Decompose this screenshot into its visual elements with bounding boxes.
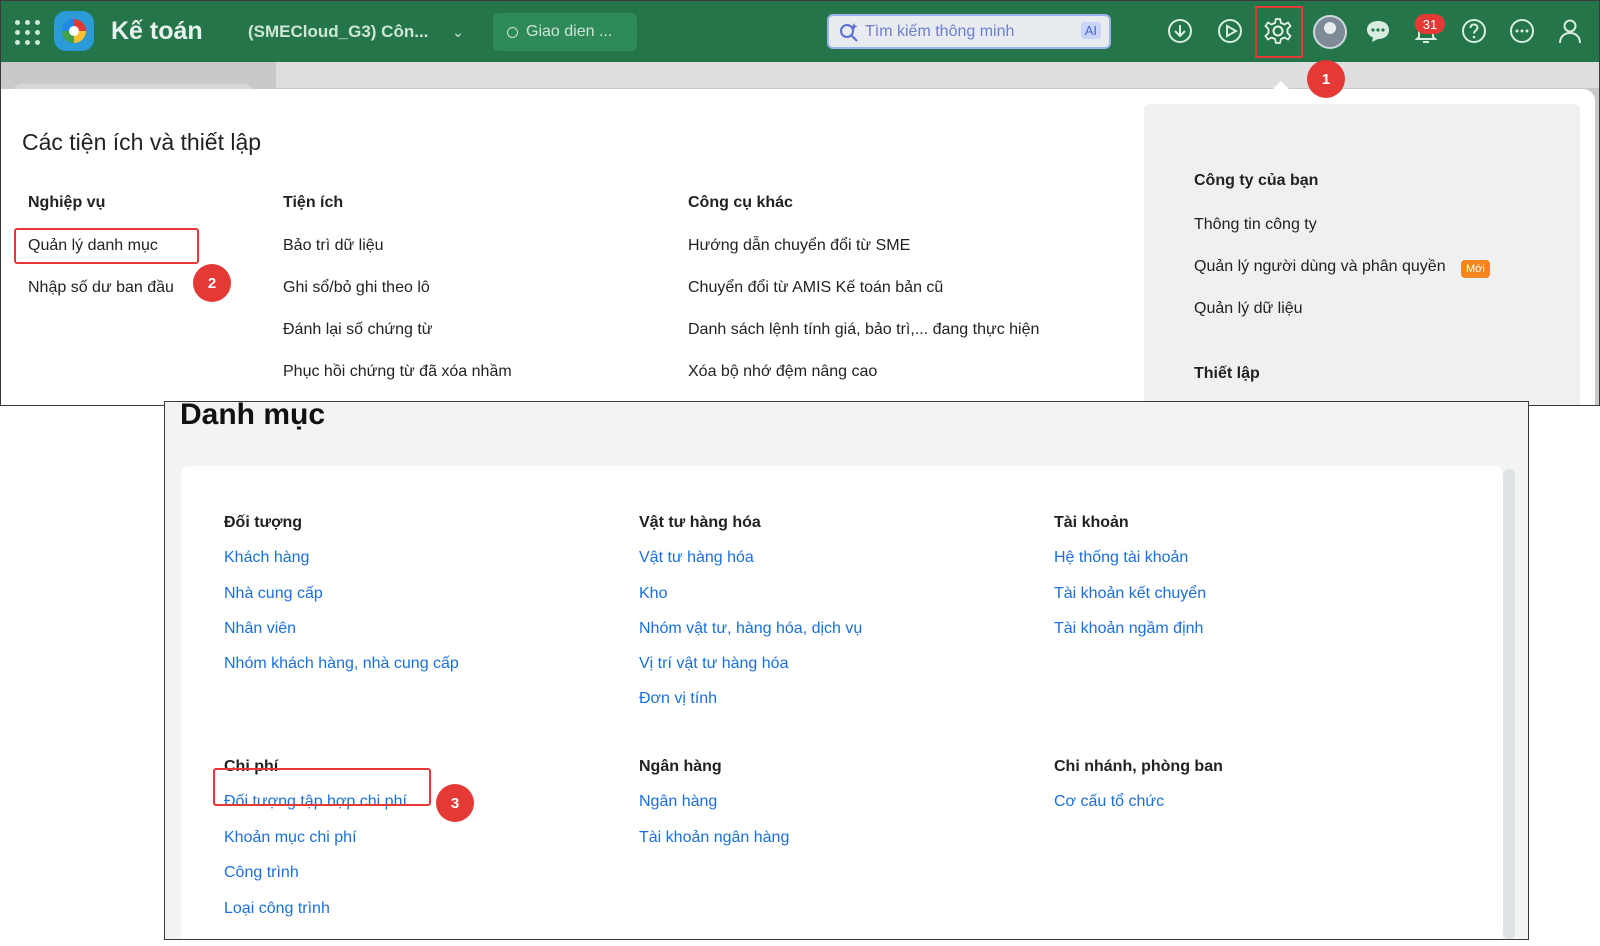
search-sparkle-icon: [840, 22, 858, 42]
menu-item-quan-ly-nguoi-dung[interactable]: Quản lý người dùng và phân quyền: [1194, 258, 1446, 276]
link-tai-khoan-ket-chuyen[interactable]: Tài khoản kết chuyển: [1054, 585, 1206, 603]
chevron-down-icon[interactable]: ⌄: [447, 19, 469, 45]
menu-item-phuc-hoi-chung-tu[interactable]: Phục hồi chứng từ đã xóa nhầm: [283, 363, 512, 381]
link-nhom-vat-tu[interactable]: Nhóm vật tư, hàng hóa, dịch vụ: [639, 620, 862, 638]
step-marker-3: 3: [436, 784, 474, 822]
group-heading-chi-nhanh: Chi nhánh, phòng ban: [1054, 758, 1223, 775]
menu-item-danh-lai-so-chung-tu[interactable]: Đánh lại số chứng từ: [283, 321, 433, 339]
settings-title: Các tiện ích và thiết lập: [22, 129, 262, 155]
link-tai-khoan-ngan-hang[interactable]: Tài khoản ngân hàng: [639, 829, 789, 847]
new-badge: Mới: [1461, 260, 1490, 278]
circle-icon: [507, 26, 518, 38]
group-heading-doi-tuong: Đối tượng: [224, 514, 303, 531]
search-placeholder: Tìm kiếm thông minh: [865, 22, 1015, 40]
link-tai-khoan-ngam-dinh[interactable]: Tài khoản ngầm định: [1054, 620, 1203, 638]
company-selector[interactable]: (SMECloud_G3) Côn...: [248, 19, 428, 45]
theme-label: Giao dien ...: [526, 23, 613, 40]
link-nhan-vien[interactable]: Nhân viên: [224, 620, 296, 638]
highlight-box-doi-tuong-tap-hop-chi-phi: [213, 768, 431, 806]
side-settings-box: [1144, 104, 1580, 405]
notification-badge: 31: [1415, 14, 1445, 34]
download-icon[interactable]: [1165, 16, 1195, 46]
catalog-card: [181, 466, 1503, 939]
link-ngan-hang[interactable]: Ngân hàng: [639, 793, 717, 811]
group-heading-ngan-hang: Ngân hàng: [639, 758, 722, 775]
step-marker-1: 1: [1307, 60, 1345, 98]
link-vat-tu-hang-hoa[interactable]: Vật tư hàng hóa: [639, 549, 754, 567]
menu-item-quan-ly-du-lieu[interactable]: Quản lý dữ liệu: [1194, 300, 1303, 318]
link-khach-hang[interactable]: Khách hàng: [224, 549, 309, 567]
smart-search-input[interactable]: Tìm kiếm thông minh AI: [827, 14, 1111, 49]
scrollbar[interactable]: [1503, 469, 1515, 939]
gear-highlight-box: [1255, 6, 1303, 58]
link-cong-trinh[interactable]: Công trình: [224, 864, 299, 882]
avatar[interactable]: [1313, 15, 1347, 49]
link-co-cau-to-chuc[interactable]: Cơ cấu tổ chức: [1054, 793, 1164, 811]
ai-badge[interactable]: AI: [1080, 22, 1101, 39]
app-title: Kế toán: [111, 16, 203, 45]
link-khoan-muc-chi-phi[interactable]: Khoản mục chi phí: [224, 829, 357, 847]
column-heading-cong-cu-khac: Công cụ khác: [688, 194, 793, 211]
link-nhom-khach-hang[interactable]: Nhóm khách hàng, nhà cung cấp: [224, 655, 459, 673]
menu-item-xoa-bo-nho-dem[interactable]: Xóa bộ nhớ đệm nâng cao: [688, 363, 877, 381]
menu-item-ghi-so-theo-lo[interactable]: Ghi sổ/bỏ ghi theo lô: [283, 279, 430, 297]
menu-item-bao-tri-du-lieu[interactable]: Bảo trì dữ liệu: [283, 237, 384, 255]
menu-item-chuyen-doi-amis[interactable]: Chuyển đổi từ AMIS Kế toán bản cũ: [688, 279, 943, 297]
play-icon[interactable]: [1215, 16, 1245, 46]
apps-grid-icon[interactable]: [15, 19, 41, 45]
group-heading-vat-tu-hang-hoa: Vật tư hàng hóa: [639, 514, 761, 531]
side-heading-cong-ty: Công ty của bạn: [1194, 172, 1319, 189]
theme-selector[interactable]: Giao dien ...: [493, 13, 637, 51]
highlight-box-quan-ly-danh-muc: [14, 228, 199, 264]
chat-icon[interactable]: [1363, 16, 1393, 46]
menu-item-nhap-so-du-ban-dau[interactable]: Nhập số dư ban đầu: [28, 279, 174, 297]
link-don-vi-tinh[interactable]: Đơn vị tính: [639, 690, 717, 708]
group-heading-tai-khoan: Tài khoản: [1054, 514, 1129, 531]
help-icon[interactable]: [1459, 16, 1489, 46]
page-title: Danh mục: [180, 401, 326, 431]
catalog-screenshot: Danh mục Đối tượng Khách hàng Nhà cung c…: [164, 401, 1529, 940]
menu-item-huong-dan-chuyen-doi[interactable]: Hướng dẫn chuyển đổi từ SME: [688, 237, 910, 255]
step-marker-2: 2: [193, 264, 231, 302]
user-icon[interactable]: [1555, 16, 1585, 46]
app-logo[interactable]: [54, 11, 94, 51]
column-heading-tien-ich: Tiện ích: [283, 194, 344, 211]
column-heading-nghiep-vu: Nghiệp vụ: [28, 194, 106, 211]
link-loai-cong-trinh[interactable]: Loại công trình: [224, 900, 330, 918]
link-he-thong-tai-khoan[interactable]: Hệ thống tài khoản: [1054, 549, 1188, 567]
link-vi-tri-vat-tu[interactable]: Vị trí vật tư hàng hóa: [639, 655, 788, 673]
side-heading-thiet-lap: Thiết lập: [1194, 365, 1260, 382]
settings-screenshot: Kế toán (SMECloud_G3) Côn... ⌄ Giao dien…: [0, 0, 1600, 406]
link-kho[interactable]: Kho: [639, 585, 667, 603]
top-bar: Kế toán (SMECloud_G3) Côn... ⌄ Giao dien…: [1, 1, 1599, 62]
menu-item-thong-tin-cong-ty[interactable]: Thông tin công ty: [1194, 216, 1317, 234]
menu-item-danh-sach-lenh[interactable]: Danh sách lệnh tính giá, bảo trì,... đan…: [688, 321, 1039, 339]
more-options-icon[interactable]: [1507, 16, 1537, 46]
link-nha-cung-cap[interactable]: Nhà cung cấp: [224, 585, 323, 603]
